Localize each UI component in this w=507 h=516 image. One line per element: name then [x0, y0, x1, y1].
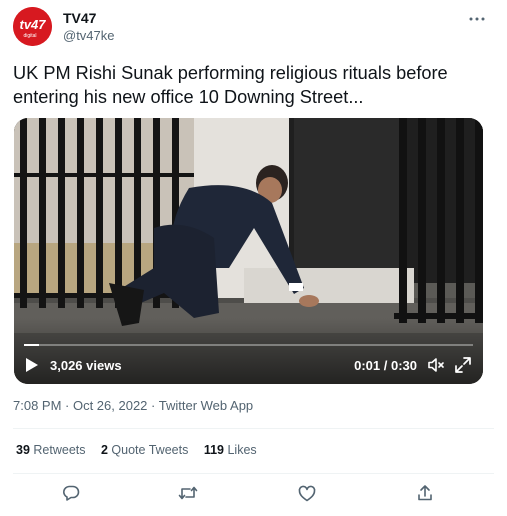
author-handle[interactable]: @tv47ke [63, 27, 115, 44]
video-player[interactable]: 3,026 views 0:01 / 0:30 [14, 118, 483, 384]
fullscreen-icon [455, 357, 471, 373]
likes-label: Likes [227, 443, 257, 457]
tweet-text: UK PM Rishi Sunak performing religious r… [13, 63, 448, 107]
author-display-name[interactable]: TV47 [63, 10, 115, 26]
video-progress-bar[interactable] [24, 344, 473, 346]
share-button[interactable] [414, 482, 436, 504]
share-icon [418, 485, 432, 501]
like-button[interactable] [296, 482, 318, 504]
divider [13, 428, 494, 429]
fullscreen-button[interactable] [454, 356, 472, 374]
tweet-stats: 39 Retweets 2 Quote Tweets 119 Likes [16, 442, 269, 459]
quote-tweets-count: 2 [100, 443, 108, 457]
author-block: TV47 @tv47ke [63, 10, 115, 44]
retweet-icon [178, 486, 198, 500]
volume-muted-icon [428, 358, 444, 372]
play-button[interactable] [25, 357, 39, 373]
retweets-stat[interactable]: 39 Retweets [16, 443, 86, 457]
avatar[interactable]: tv47 digital [13, 7, 52, 46]
tweet-source-app[interactable]: Twitter Web App [159, 398, 253, 413]
view-count: 3,026 views [50, 358, 122, 373]
video-time: 0:01 / 0:30 [354, 358, 417, 373]
retweets-count: 39 [16, 443, 30, 457]
tweet-timestamp[interactable]: 7:08 PM · Oct 26, 2022 · [13, 398, 159, 413]
video-controls: 3,026 views 0:01 / 0:30 [14, 338, 483, 384]
heart-icon [298, 485, 316, 501]
avatar-logo-text: tv47 [19, 17, 46, 32]
likes-count: 119 [203, 443, 224, 457]
quote-tweets-stat[interactable]: 2 Quote Tweets [101, 443, 188, 457]
tweet-actions [0, 482, 507, 504]
avatar-logo-subtext: digital [23, 33, 36, 39]
play-icon [26, 358, 38, 372]
retweet-button[interactable] [177, 482, 199, 504]
reply-button[interactable] [60, 482, 82, 504]
tweet-meta: 7:08 PM · Oct 26, 2022 · Twitter Web App [13, 397, 253, 414]
mute-button[interactable] [427, 356, 445, 374]
more-horizontal-icon [469, 17, 485, 21]
video-progress-fill [24, 344, 39, 346]
tweet-card: tv47 digital TV47 @tv47ke UK PM Rishi Su… [0, 0, 507, 516]
retweets-label: Retweets [33, 443, 86, 457]
quote-tweets-label: Quote Tweets [111, 443, 189, 457]
more-options-button[interactable] [465, 12, 489, 26]
divider [13, 473, 494, 474]
reply-icon [63, 485, 80, 501]
likes-stat[interactable]: 119 Likes [204, 443, 257, 457]
